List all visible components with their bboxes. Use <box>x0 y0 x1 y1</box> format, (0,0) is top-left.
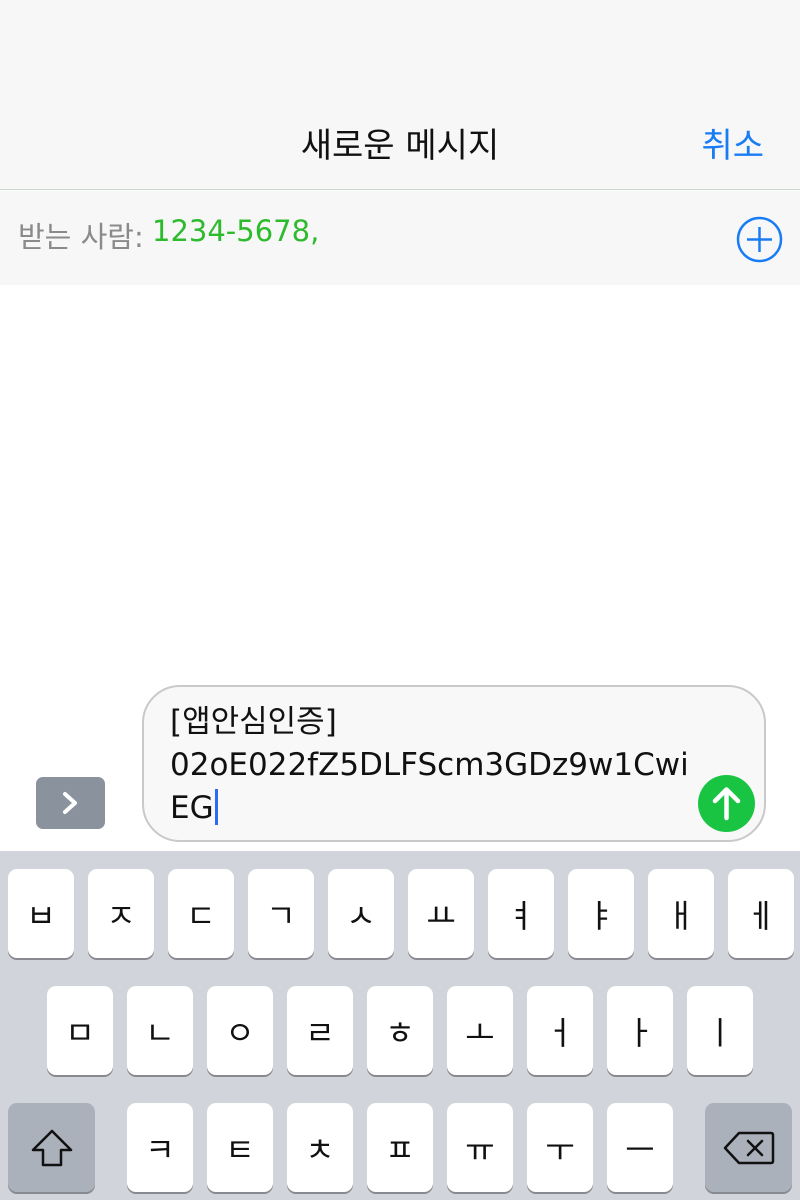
navigation-bar: 새로운 메시지 취소 <box>0 0 800 190</box>
page-title: 새로운 메시지 <box>300 126 500 166</box>
key-digeut[interactable]: ㄷ <box>168 869 234 958</box>
key-jieut[interactable]: ㅈ <box>88 869 154 958</box>
key-ieung[interactable]: ㅇ <box>207 986 273 1075</box>
send-button[interactable] <box>698 775 755 832</box>
message-line-2: 02oE022fZ5DLFScm3GDz9w1CwiEG <box>170 747 689 826</box>
key-ya[interactable]: ㅑ <box>568 869 634 958</box>
keyboard: ㅂ ㅈ ㄷ ㄱ ㅅ ㅛ ㅕ ㅑ ㅐ ㅔ ㅁ ㄴ ㅇ ㄹ ㅎ ㅗ ㅓ ㅏ ㅣ ㅋ … <box>0 851 800 1200</box>
arrow-up-icon <box>698 775 755 832</box>
key-tieut[interactable]: ㅌ <box>207 1103 273 1192</box>
text-cursor <box>214 789 218 825</box>
key-chieut[interactable]: ㅊ <box>287 1103 353 1192</box>
delete-backspace-icon <box>723 1131 774 1164</box>
key-o[interactable]: ㅗ <box>447 986 513 1075</box>
key-i[interactable]: ㅣ <box>687 986 753 1075</box>
key-bieup[interactable]: ㅂ <box>8 869 74 958</box>
key-giyeok[interactable]: ㄱ <box>248 869 314 958</box>
key-kieuk[interactable]: ㅋ <box>127 1103 193 1192</box>
recipient-label: 받는 사람: <box>18 220 144 254</box>
key-rieul[interactable]: ㄹ <box>287 986 353 1075</box>
key-u[interactable]: ㅜ <box>527 1103 593 1192</box>
shift-icon <box>31 1129 72 1166</box>
message-line-1: [앱안심인증] <box>170 704 337 740</box>
key-e[interactable]: ㅔ <box>728 869 794 958</box>
cancel-button[interactable]: 취소 <box>701 118 764 167</box>
key-hieut[interactable]: ㅎ <box>367 986 433 1075</box>
key-siot[interactable]: ㅅ <box>328 869 394 958</box>
recipient-separator: , <box>310 214 320 248</box>
chevron-right-icon <box>63 792 77 814</box>
key-eu[interactable]: ㅡ <box>607 1103 673 1192</box>
recipient-field[interactable]: 1234-5678, <box>152 214 319 248</box>
delete-key[interactable] <box>705 1103 792 1192</box>
message-input[interactable]: [앱안심인증] 02oE022fZ5DLFScm3GDz9w1CwiEG <box>142 685 766 842</box>
key-mieum[interactable]: ㅁ <box>47 986 113 1075</box>
key-ae[interactable]: ㅐ <box>648 869 714 958</box>
new-message-screen: 새로운 메시지 취소 받는 사람: 1234-5678, [앱안심인증] 02o… <box>0 0 800 1200</box>
key-yeo[interactable]: ㅕ <box>488 869 554 958</box>
add-recipient-button[interactable] <box>736 216 783 263</box>
key-a[interactable]: ㅏ <box>607 986 673 1075</box>
key-eo[interactable]: ㅓ <box>527 986 593 1075</box>
add-recipient-icon <box>736 216 783 263</box>
expand-apps-button[interactable] <box>36 777 105 829</box>
key-nieun[interactable]: ㄴ <box>127 986 193 1075</box>
recipient-token[interactable]: 1234-5678 <box>152 214 310 248</box>
message-text[interactable]: [앱안심인증] 02oE022fZ5DLFScm3GDz9w1CwiEG <box>170 701 690 830</box>
shift-key[interactable] <box>8 1103 95 1192</box>
key-yo[interactable]: ㅛ <box>408 869 474 958</box>
key-yu[interactable]: ㅠ <box>447 1103 513 1192</box>
key-pieup[interactable]: ㅍ <box>367 1103 433 1192</box>
